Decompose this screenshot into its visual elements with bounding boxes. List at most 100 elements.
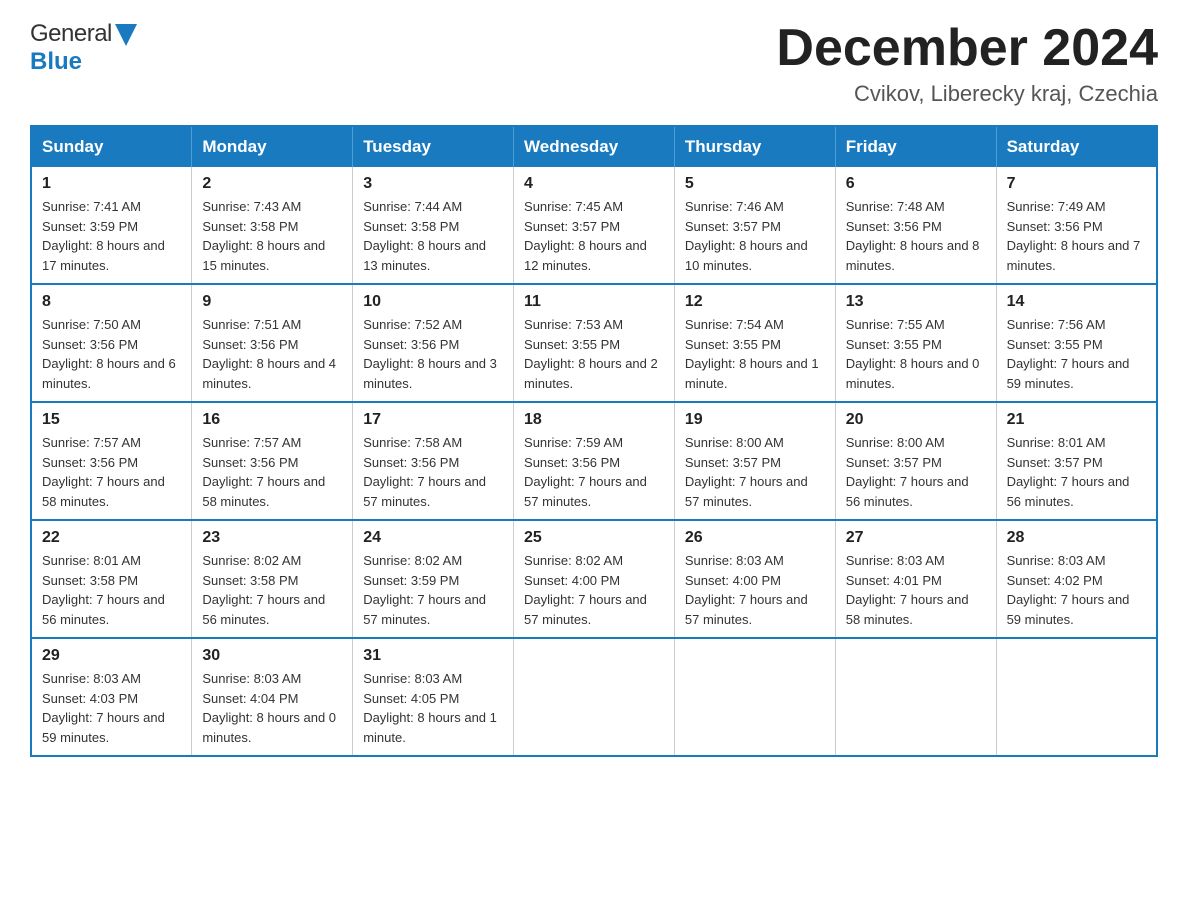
calendar-cell: 19 Sunrise: 8:00 AM Sunset: 3:57 PM Dayl… [674, 402, 835, 520]
calendar-cell: 15 Sunrise: 7:57 AM Sunset: 3:56 PM Dayl… [31, 402, 192, 520]
calendar-cell: 30 Sunrise: 8:03 AM Sunset: 4:04 PM Dayl… [192, 638, 353, 756]
logo-icon [115, 24, 137, 46]
calendar-cell: 17 Sunrise: 7:58 AM Sunset: 3:56 PM Dayl… [353, 402, 514, 520]
day-info: Sunrise: 7:44 AM Sunset: 3:58 PM Dayligh… [363, 199, 486, 273]
calendar-cell: 26 Sunrise: 8:03 AM Sunset: 4:00 PM Dayl… [674, 520, 835, 638]
day-info: Sunrise: 7:48 AM Sunset: 3:56 PM Dayligh… [846, 199, 980, 273]
location-subtitle: Cvikov, Liberecky kraj, Czechia [776, 81, 1158, 107]
day-info: Sunrise: 8:03 AM Sunset: 4:01 PM Dayligh… [846, 553, 969, 627]
calendar-cell [674, 638, 835, 756]
day-info: Sunrise: 7:51 AM Sunset: 3:56 PM Dayligh… [202, 317, 336, 391]
day-info: Sunrise: 7:55 AM Sunset: 3:55 PM Dayligh… [846, 317, 980, 391]
day-info: Sunrise: 8:03 AM Sunset: 4:04 PM Dayligh… [202, 671, 336, 745]
day-number: 14 [1007, 293, 1146, 311]
day-number: 17 [363, 411, 503, 429]
page-header: General Blue December 2024 Cvikov, Liber… [30, 20, 1158, 107]
calendar-header: Sunday Monday Tuesday Wednesday Thursday… [31, 126, 1157, 167]
day-info: Sunrise: 8:02 AM Sunset: 4:00 PM Dayligh… [524, 553, 647, 627]
day-number: 31 [363, 647, 503, 665]
calendar-cell: 21 Sunrise: 8:01 AM Sunset: 3:57 PM Dayl… [996, 402, 1157, 520]
header-monday: Monday [192, 126, 353, 167]
calendar-cell: 2 Sunrise: 7:43 AM Sunset: 3:58 PM Dayli… [192, 167, 353, 284]
day-number: 4 [524, 175, 664, 193]
title-block: December 2024 Cvikov, Liberecky kraj, Cz… [776, 20, 1158, 107]
day-number: 18 [524, 411, 664, 429]
calendar-table: Sunday Monday Tuesday Wednesday Thursday… [30, 125, 1158, 757]
day-info: Sunrise: 8:03 AM Sunset: 4:00 PM Dayligh… [685, 553, 808, 627]
calendar-week-1: 1 Sunrise: 7:41 AM Sunset: 3:59 PM Dayli… [31, 167, 1157, 284]
day-info: Sunrise: 8:01 AM Sunset: 3:58 PM Dayligh… [42, 553, 165, 627]
calendar-cell: 11 Sunrise: 7:53 AM Sunset: 3:55 PM Dayl… [514, 284, 675, 402]
day-info: Sunrise: 8:02 AM Sunset: 3:58 PM Dayligh… [202, 553, 325, 627]
day-info: Sunrise: 7:43 AM Sunset: 3:58 PM Dayligh… [202, 199, 325, 273]
calendar-cell: 14 Sunrise: 7:56 AM Sunset: 3:55 PM Dayl… [996, 284, 1157, 402]
day-info: Sunrise: 7:56 AM Sunset: 3:55 PM Dayligh… [1007, 317, 1130, 391]
calendar-cell: 12 Sunrise: 7:54 AM Sunset: 3:55 PM Dayl… [674, 284, 835, 402]
day-number: 22 [42, 529, 181, 547]
calendar-week-5: 29 Sunrise: 8:03 AM Sunset: 4:03 PM Dayl… [31, 638, 1157, 756]
day-number: 30 [202, 647, 342, 665]
calendar-cell: 3 Sunrise: 7:44 AM Sunset: 3:58 PM Dayli… [353, 167, 514, 284]
calendar-cell: 27 Sunrise: 8:03 AM Sunset: 4:01 PM Dayl… [835, 520, 996, 638]
day-info: Sunrise: 8:03 AM Sunset: 4:02 PM Dayligh… [1007, 553, 1130, 627]
day-number: 16 [202, 411, 342, 429]
day-number: 28 [1007, 529, 1146, 547]
calendar-cell: 10 Sunrise: 7:52 AM Sunset: 3:56 PM Dayl… [353, 284, 514, 402]
calendar-cell: 23 Sunrise: 8:02 AM Sunset: 3:58 PM Dayl… [192, 520, 353, 638]
logo: General Blue [30, 20, 137, 76]
calendar-cell: 9 Sunrise: 7:51 AM Sunset: 3:56 PM Dayli… [192, 284, 353, 402]
day-number: 27 [846, 529, 986, 547]
day-number: 1 [42, 175, 181, 193]
day-number: 10 [363, 293, 503, 311]
calendar-week-4: 22 Sunrise: 8:01 AM Sunset: 3:58 PM Dayl… [31, 520, 1157, 638]
header-tuesday: Tuesday [353, 126, 514, 167]
day-info: Sunrise: 8:03 AM Sunset: 4:03 PM Dayligh… [42, 671, 165, 745]
day-number: 11 [524, 293, 664, 311]
calendar-cell: 22 Sunrise: 8:01 AM Sunset: 3:58 PM Dayl… [31, 520, 192, 638]
day-info: Sunrise: 7:46 AM Sunset: 3:57 PM Dayligh… [685, 199, 808, 273]
calendar-cell: 5 Sunrise: 7:46 AM Sunset: 3:57 PM Dayli… [674, 167, 835, 284]
calendar-cell: 18 Sunrise: 7:59 AM Sunset: 3:56 PM Dayl… [514, 402, 675, 520]
day-number: 21 [1007, 411, 1146, 429]
day-info: Sunrise: 8:02 AM Sunset: 3:59 PM Dayligh… [363, 553, 486, 627]
day-info: Sunrise: 7:57 AM Sunset: 3:56 PM Dayligh… [42, 435, 165, 509]
day-number: 5 [685, 175, 825, 193]
calendar-cell: 4 Sunrise: 7:45 AM Sunset: 3:57 PM Dayli… [514, 167, 675, 284]
day-number: 15 [42, 411, 181, 429]
calendar-week-2: 8 Sunrise: 7:50 AM Sunset: 3:56 PM Dayli… [31, 284, 1157, 402]
day-info: Sunrise: 8:00 AM Sunset: 3:57 PM Dayligh… [685, 435, 808, 509]
day-info: Sunrise: 7:54 AM Sunset: 3:55 PM Dayligh… [685, 317, 819, 391]
day-info: Sunrise: 7:41 AM Sunset: 3:59 PM Dayligh… [42, 199, 165, 273]
calendar-cell: 8 Sunrise: 7:50 AM Sunset: 3:56 PM Dayli… [31, 284, 192, 402]
day-number: 6 [846, 175, 986, 193]
calendar-cell: 13 Sunrise: 7:55 AM Sunset: 3:55 PM Dayl… [835, 284, 996, 402]
month-title: December 2024 [776, 20, 1158, 77]
day-number: 12 [685, 293, 825, 311]
day-number: 13 [846, 293, 986, 311]
calendar-week-3: 15 Sunrise: 7:57 AM Sunset: 3:56 PM Dayl… [31, 402, 1157, 520]
calendar-cell: 7 Sunrise: 7:49 AM Sunset: 3:56 PM Dayli… [996, 167, 1157, 284]
calendar-cell: 31 Sunrise: 8:03 AM Sunset: 4:05 PM Dayl… [353, 638, 514, 756]
header-sunday: Sunday [31, 126, 192, 167]
day-number: 3 [363, 175, 503, 193]
calendar-cell: 16 Sunrise: 7:57 AM Sunset: 3:56 PM Dayl… [192, 402, 353, 520]
header-wednesday: Wednesday [514, 126, 675, 167]
header-thursday: Thursday [674, 126, 835, 167]
calendar-cell: 28 Sunrise: 8:03 AM Sunset: 4:02 PM Dayl… [996, 520, 1157, 638]
header-row: Sunday Monday Tuesday Wednesday Thursday… [31, 126, 1157, 167]
calendar-cell: 29 Sunrise: 8:03 AM Sunset: 4:03 PM Dayl… [31, 638, 192, 756]
calendar-cell: 1 Sunrise: 7:41 AM Sunset: 3:59 PM Dayli… [31, 167, 192, 284]
day-info: Sunrise: 7:58 AM Sunset: 3:56 PM Dayligh… [363, 435, 486, 509]
day-number: 7 [1007, 175, 1146, 193]
day-info: Sunrise: 7:49 AM Sunset: 3:56 PM Dayligh… [1007, 199, 1141, 273]
day-info: Sunrise: 7:45 AM Sunset: 3:57 PM Dayligh… [524, 199, 647, 273]
calendar-cell [996, 638, 1157, 756]
day-number: 8 [42, 293, 181, 311]
header-friday: Friday [835, 126, 996, 167]
calendar-cell [835, 638, 996, 756]
logo-general-text: General [30, 20, 112, 48]
day-info: Sunrise: 8:03 AM Sunset: 4:05 PM Dayligh… [363, 671, 497, 745]
day-number: 9 [202, 293, 342, 311]
calendar-cell [514, 638, 675, 756]
day-number: 19 [685, 411, 825, 429]
